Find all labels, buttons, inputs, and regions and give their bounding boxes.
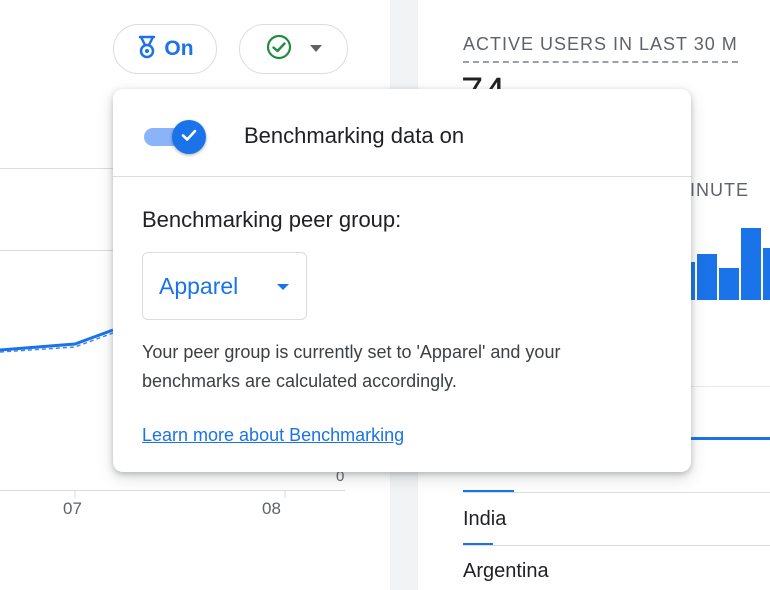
minute-bar [697,254,717,300]
peer-group-select[interactable]: Apparel [142,252,307,320]
country-label: Argentina [463,560,549,582]
per-minute-bars [688,226,770,300]
caret-down-icon [309,40,322,58]
x-tick-label: 08 [262,499,281,518]
caret-down-icon [277,284,289,290]
popover-header: Benchmarking data on [113,89,691,177]
peer-group-title: Benchmarking peer group: [142,207,402,232]
status-chip[interactable] [239,24,348,74]
country-label: India [463,508,507,530]
toggle-label: Benchmarking data on [244,123,465,148]
benchmarking-toggle[interactable] [142,120,206,154]
country-bar-top [688,437,770,440]
realtime-subtitle: INUTE [690,180,749,200]
x-tick-label: 07 [63,499,82,518]
minute-bar [719,268,739,300]
minute-bar [763,248,770,300]
check-circle-icon [266,34,292,65]
medal-icon [136,35,158,64]
row-divider [688,386,770,387]
peer-group-description: Your peer group is currently set to 'App… [142,342,561,391]
benchmark-chip-label: On [164,37,194,60]
toggle-knob [172,120,206,154]
benchmarking-popover: Benchmarking data on Benchmarking peer g… [113,89,691,472]
realtime-title: ACTIVE USERS IN LAST 30 M [463,34,738,63]
chart-series-line [0,328,114,352]
benchmark-chip[interactable]: On [113,24,217,74]
minute-bar [741,228,761,300]
learn-more-link[interactable]: Learn more about Benchmarking [142,425,404,446]
row-divider [463,492,770,493]
peer-group-value: Apparel [159,273,239,299]
row-divider [463,545,770,546]
checkmark-icon [179,125,199,150]
